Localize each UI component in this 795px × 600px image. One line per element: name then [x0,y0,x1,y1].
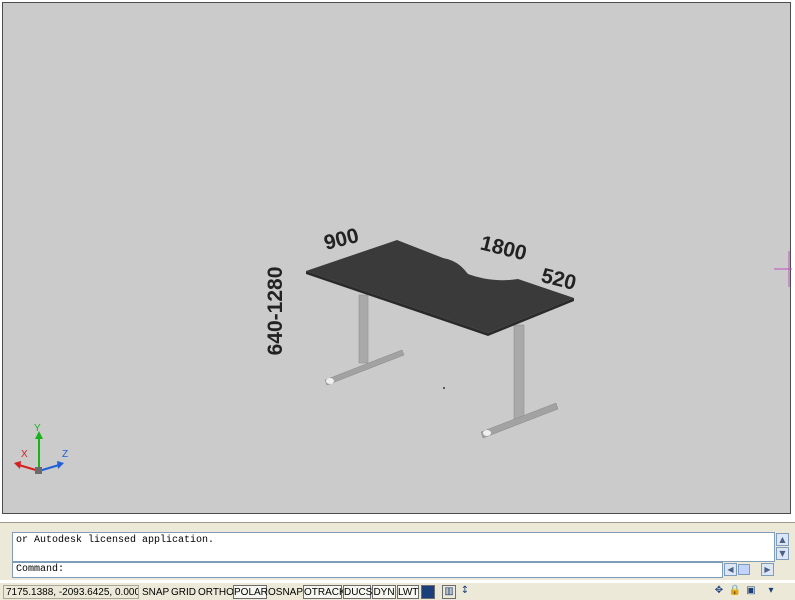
scroll-right-icon[interactable]: ▶ [761,563,774,576]
toggle-otrack[interactable]: OTRACK [303,585,346,599]
toggle-osnap[interactable]: OSNAP [267,585,303,599]
lock-icon[interactable]: 🔒 [728,585,742,599]
desk-left-leg [324,294,405,386]
menu-arrow-icon[interactable]: ↕ [458,585,472,599]
ucs-z-label: Z [62,449,69,460]
desk-top-surface [306,240,574,336]
tray-settings-icon[interactable]: ▣ [744,585,758,599]
toggle-snap[interactable]: SNAP [141,585,169,599]
toggle-lwt[interactable]: LWT [397,585,419,599]
ucs-x-label: X [21,449,28,460]
toggle-ducs[interactable]: DUCS [343,585,372,599]
menu-arrow-icon[interactable]: ▾ [764,585,778,599]
horizontal-scroll-thumb[interactable] [738,564,750,575]
toggle-dyn[interactable]: DYN [372,585,396,599]
status-bar: 7175.1388, -2093.6425, 0.0000 ▥ ↕ ✥ 🔒 ▣ … [0,582,795,600]
command-prompt-label: Command: [16,564,65,575]
coordinate-display[interactable]: 7175.1388, -2093.6425, 0.0000 [3,585,139,599]
pan-icon[interactable]: ✥ [712,585,726,599]
scroll-up-icon[interactable]: ▲ [776,533,789,546]
toggle-ortho[interactable]: ORTHO [197,585,234,599]
drawing-viewport[interactable]: 900 1800 520 640-1280 Y X Z [2,2,792,514]
toggle-grid[interactable]: GRID [170,585,196,599]
model-icon[interactable] [421,585,435,599]
layout-icon[interactable]: ▥ [442,585,456,599]
drawing-point [443,387,445,389]
dimension-height-range: 640-1280 [264,266,287,356]
scroll-down-icon[interactable]: ▼ [776,547,789,560]
toggle-polar[interactable]: POLAR [233,585,268,599]
ucs-y-label: Y [34,423,41,434]
model-space-drawing [14,240,792,474]
command-history-line: or Autodesk licensed application. [16,535,215,546]
scroll-left-icon[interactable]: ◀ [724,563,737,576]
command-history[interactable]: or Autodesk licensed application. [12,532,775,562]
desk-right-leg [480,324,559,439]
command-input[interactable]: Command: [12,562,723,578]
